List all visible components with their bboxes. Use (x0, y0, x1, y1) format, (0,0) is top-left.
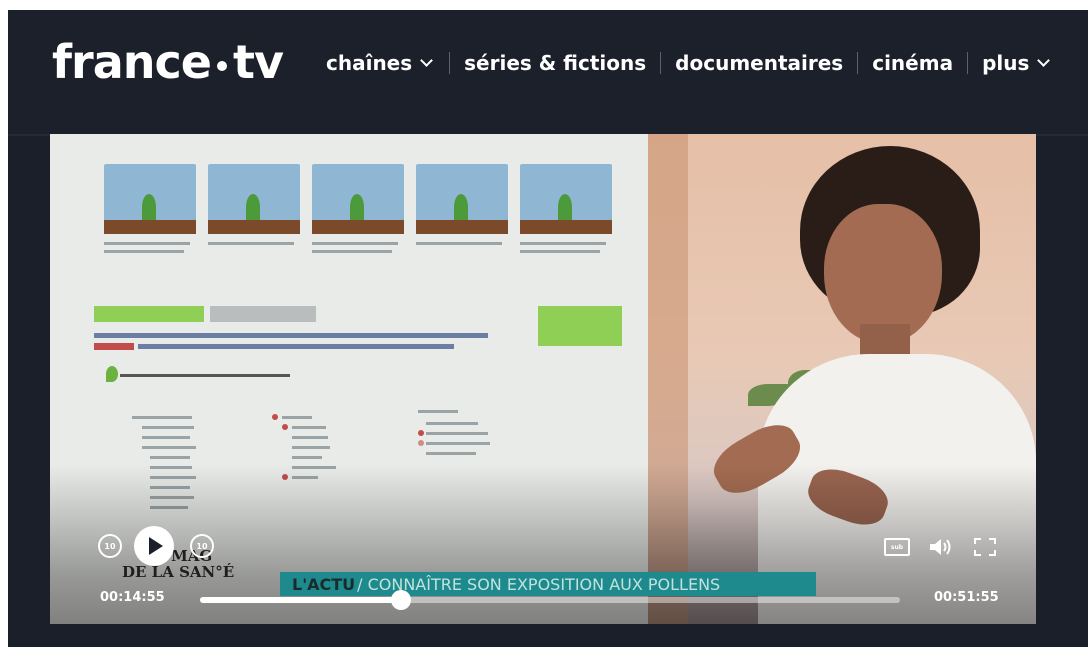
replay-10-icon[interactable]: 10 (98, 534, 122, 558)
slide-text (520, 242, 606, 245)
slide-text (426, 452, 476, 455)
illustration-thumb (312, 164, 404, 234)
skip-back-label: 10 (104, 541, 116, 551)
duration-time: 00:51:55 (934, 590, 999, 605)
legend-dot (418, 430, 424, 436)
page-frame: france tv chaînes séries & fictions docum… (8, 10, 1088, 647)
slide-text (416, 242, 502, 245)
slide-text (292, 436, 328, 439)
volume-glyph (930, 539, 951, 555)
slide-text (150, 456, 190, 459)
logo-text-tv: tv (232, 35, 284, 89)
slide-text (142, 426, 194, 429)
illustration-thumb (104, 164, 196, 234)
forward-10-icon[interactable]: 10 (190, 534, 214, 558)
topic-banner: L'ACTU / CONNAÎTRE SON EXPOSITION AUX PO… (280, 572, 816, 596)
slide-text (312, 250, 392, 253)
slide-text (292, 446, 330, 449)
nav-item-series-fictions[interactable]: séries & fictions (464, 51, 646, 75)
banner-title: / CONNAÎTRE SON EXPOSITION AUX POLLENS (357, 574, 721, 594)
site-header: france tv chaînes séries & fictions docum… (8, 10, 1088, 134)
slide-text (426, 432, 488, 435)
illustration-thumb (208, 164, 300, 234)
slide-text (104, 242, 190, 245)
nav-item-label: chaînes (326, 51, 413, 75)
slide-city-highlight (94, 343, 134, 350)
slide-text (312, 242, 398, 245)
slide-text (520, 250, 600, 253)
show-logo-line: DE LA SAN°É (122, 563, 235, 581)
chevron-down-icon (1037, 53, 1051, 67)
main-nav: chaînes séries & fictions documentaires … (326, 48, 1052, 78)
nav-item-chaines[interactable]: chaînes (326, 51, 435, 75)
slide-text (426, 442, 490, 445)
legend-dot (418, 440, 424, 446)
slide-text (282, 416, 312, 419)
legend-dot (282, 424, 288, 430)
logo-text-france: france (52, 35, 212, 89)
volume-icon[interactable] (928, 536, 954, 558)
chevron-down-icon (420, 53, 434, 67)
nav-item-label: documentaires (675, 51, 844, 75)
illustration-thumb (520, 164, 612, 234)
legend-dot (272, 414, 278, 420)
slide-text (132, 416, 192, 419)
nav-item-cinema[interactable]: cinéma (872, 51, 953, 75)
slide-text (426, 422, 478, 425)
france-tv-logo[interactable]: france tv (52, 32, 284, 92)
nav-item-label: plus (982, 51, 1030, 75)
slide-text (208, 242, 294, 245)
subtitles-label: sub (890, 543, 904, 551)
progress-bar[interactable] (200, 590, 900, 610)
slide-text (292, 426, 326, 429)
slide-text (142, 436, 190, 439)
nav-item-label: cinéma (872, 51, 954, 75)
slide-text (142, 446, 196, 449)
slide-text (418, 410, 458, 413)
slide-text (292, 456, 322, 459)
presenter-face (824, 204, 942, 344)
nav-separator (449, 52, 451, 74)
nav-item-documentaires[interactable]: documentaires (675, 51, 843, 75)
slide-france-button (210, 306, 316, 322)
play-icon (149, 537, 163, 555)
video-player[interactable]: LE MAG DE LA SAN°É L'ACTU / CONNAÎTRE SO… (50, 134, 1036, 624)
play-button[interactable] (134, 526, 174, 566)
fullscreen-icon[interactable] (974, 538, 996, 556)
subtitles-icon[interactable]: sub (884, 538, 910, 556)
logo-dot (216, 61, 227, 71)
nav-item-label: séries & fictions (464, 51, 647, 75)
banner-category: L'ACTU (292, 574, 356, 594)
pollen-icon (106, 366, 118, 382)
nav-item-plus[interactable]: plus (982, 51, 1052, 75)
slide-city-links (94, 333, 488, 338)
progress-fill (200, 597, 402, 603)
current-time: 00:14:55 (100, 590, 165, 605)
skip-forward-label: 10 (196, 541, 208, 551)
slide-region-button (94, 306, 204, 322)
slide-green-box (538, 306, 622, 346)
slide-heading (120, 374, 290, 377)
nav-separator (660, 52, 662, 74)
slide-city-links (138, 344, 454, 349)
nav-separator (967, 52, 969, 74)
fullscreen-glyph (974, 538, 996, 556)
slide-text (104, 250, 184, 253)
illustration-thumb (416, 164, 508, 234)
nav-separator (857, 52, 859, 74)
